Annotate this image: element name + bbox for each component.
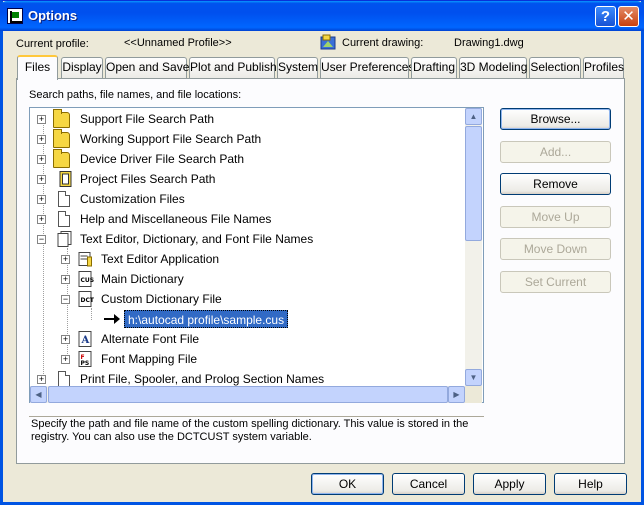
tab-display[interactable]: Display: [61, 57, 103, 78]
folder-icon: [53, 149, 70, 168]
expand-icon[interactable]: +: [37, 215, 46, 224]
document-icon: [58, 211, 70, 227]
tab-3d-modeling[interactable]: 3D Modeling: [459, 57, 527, 78]
svg-text:A: A: [81, 335, 90, 346]
expand-icon[interactable]: +: [37, 135, 46, 144]
scroll-up-button[interactable]: ▲: [465, 108, 482, 125]
svg-text:CUS: CUS: [81, 277, 95, 284]
vertical-scroll-thumb[interactable]: [465, 126, 482, 241]
collapse-icon[interactable]: −: [61, 295, 70, 304]
expand-icon[interactable]: +: [61, 335, 70, 344]
expand-icon[interactable]: +: [37, 155, 46, 164]
text-editor-icon: [78, 252, 92, 267]
scroll-left-button[interactable]: ◀: [30, 386, 47, 403]
document-icon: [58, 371, 70, 386]
scrollbar-corner: [465, 386, 482, 403]
browse-button[interactable]: Browse...: [500, 108, 611, 130]
move-down-button[interactable]: Move Down: [500, 238, 611, 260]
tab-system[interactable]: System: [277, 57, 318, 78]
set-current-button[interactable]: Set Current: [500, 271, 611, 293]
dictionary-icon: CUS: [78, 271, 95, 287]
svg-text:DCT: DCT: [81, 297, 95, 304]
tree-horizontal-scrollbar[interactable]: ◀ ▶: [30, 386, 465, 403]
project-icon: [59, 171, 72, 187]
svg-text:PS: PS: [81, 360, 90, 367]
close-button[interactable]: ✕: [618, 6, 639, 27]
expand-icon[interactable]: +: [61, 255, 70, 264]
custom-dictionary-path-selected[interactable]: h:\autocad profile\sample.cus: [124, 310, 289, 328]
tab-open-and-save[interactable]: Open and Save: [105, 57, 189, 78]
tree-vertical-scrollbar[interactable]: ▲ ▼: [465, 108, 482, 386]
collapse-icon[interactable]: −: [37, 235, 46, 244]
scroll-right-button[interactable]: ▶: [448, 386, 465, 403]
help-title-button[interactable]: ?: [595, 6, 616, 27]
scroll-down-button[interactable]: ▼: [465, 369, 482, 386]
current-path-arrow-icon: [104, 314, 120, 324]
current-profile-label: Current profile:: [16, 38, 89, 50]
apply-button[interactable]: Apply: [473, 473, 546, 495]
custom-dictionary-icon: DCT: [78, 291, 95, 307]
window-title: Options: [28, 8, 78, 23]
tab-plot-and-publish[interactable]: Plot and Publish: [189, 57, 277, 78]
tab-selection[interactable]: Selection: [529, 57, 581, 78]
item-description: Specify the path and file name of the cu…: [29, 416, 484, 458]
title-bar[interactable]: Options ? ✕: [0, 1, 644, 31]
tab-drafting[interactable]: Drafting: [411, 57, 457, 78]
tab-user-preferences[interactable]: User Preferences: [320, 57, 414, 78]
move-up-button[interactable]: Move Up: [500, 206, 611, 228]
add-button[interactable]: Add...: [500, 141, 611, 163]
help-button[interactable]: Help: [554, 473, 627, 495]
tab-files[interactable]: Files: [17, 55, 58, 80]
horizontal-scroll-thumb[interactable]: [48, 386, 448, 403]
ok-button[interactable]: OK: [311, 473, 384, 495]
expand-icon[interactable]: +: [61, 275, 70, 284]
remove-button[interactable]: Remove: [500, 173, 611, 195]
documents-icon: [57, 231, 72, 247]
font-icon: A: [78, 331, 92, 347]
expand-icon[interactable]: +: [37, 175, 46, 184]
drawing-icon: [320, 34, 336, 50]
font-mapping-icon: F PS: [78, 351, 92, 367]
cancel-button[interactable]: Cancel: [392, 473, 465, 495]
search-paths-label: Search paths, file names, and file locat…: [29, 89, 242, 101]
tree-viewport: + Support File Search Path + Working Sup…: [37, 109, 325, 386]
tab-profiles[interactable]: Profiles: [583, 57, 624, 78]
expand-icon[interactable]: +: [37, 115, 46, 124]
autocad-app-icon: [7, 8, 23, 24]
current-drawing-label: Current drawing:: [342, 37, 424, 49]
current-drawing-value: Drawing1.dwg: [454, 37, 524, 49]
document-icon: [58, 191, 70, 207]
expand-icon[interactable]: +: [61, 355, 70, 364]
current-profile-value: <<Unnamed Profile>>: [124, 37, 232, 49]
expand-icon[interactable]: +: [37, 195, 46, 204]
expand-icon[interactable]: +: [37, 375, 46, 384]
folder-icon: [53, 109, 70, 128]
folder-icon: [53, 129, 70, 148]
